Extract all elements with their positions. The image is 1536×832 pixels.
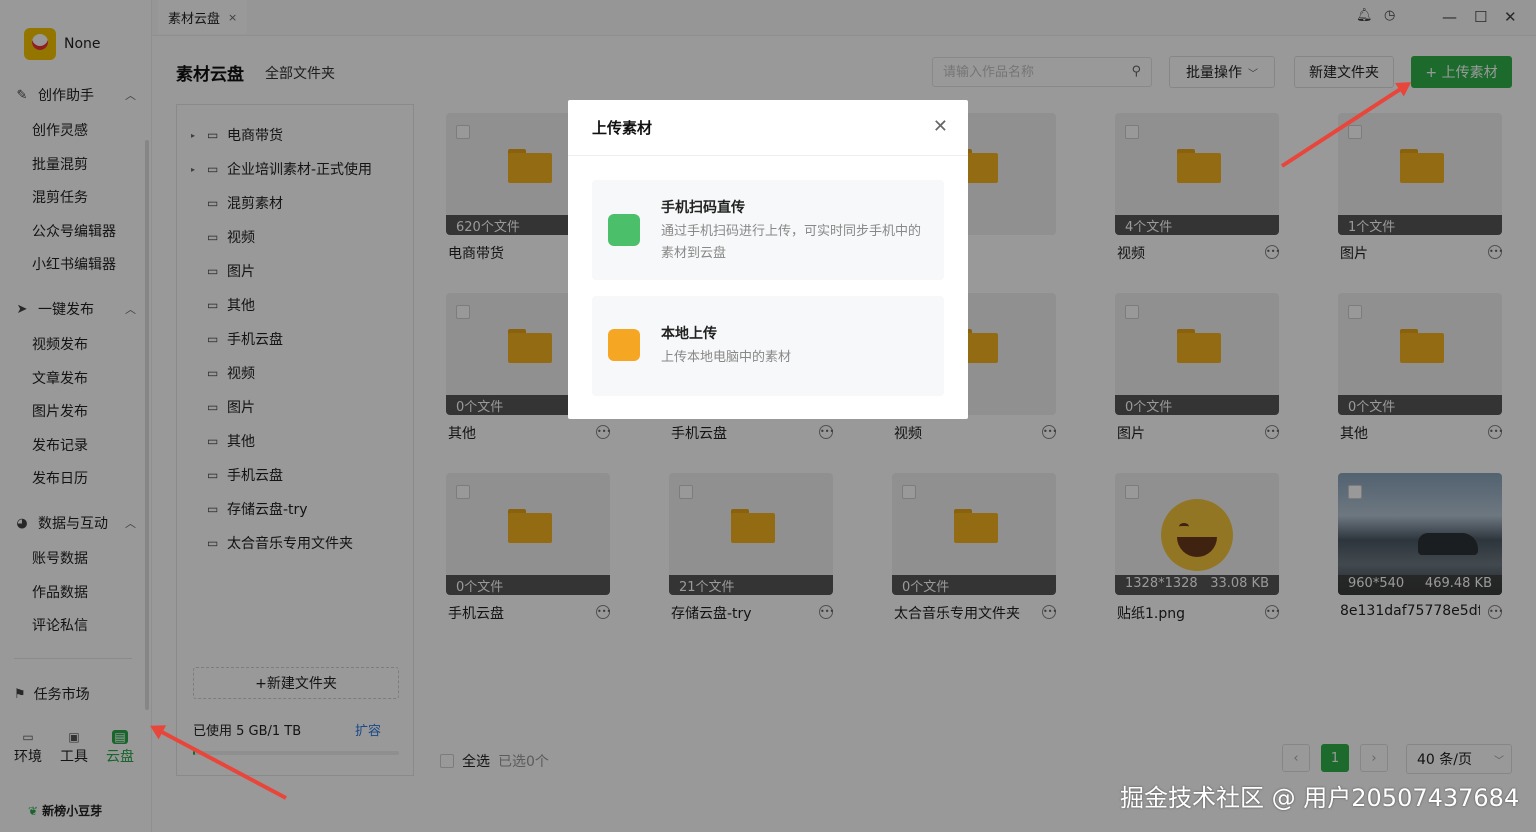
modal-title: 上传素材 [568,100,968,156]
upload-modal: 上传素材 ✕ 手机扫码直传 通过手机扫码进行上传，可实时同步手机中的素材到云盘 … [568,100,968,419]
close-icon[interactable]: ✕ [933,116,948,137]
phone-scan-upload-option[interactable]: 手机扫码直传 通过手机扫码进行上传，可实时同步手机中的素材到云盘 [592,180,944,280]
watermark: 掘金技术社区 @ 用户20507437684 [1120,784,1520,812]
upload-icon [608,329,640,361]
phone-scan-icon [608,214,640,246]
local-upload-option[interactable]: 本地上传 上传本地电脑中的素材 [592,296,944,396]
